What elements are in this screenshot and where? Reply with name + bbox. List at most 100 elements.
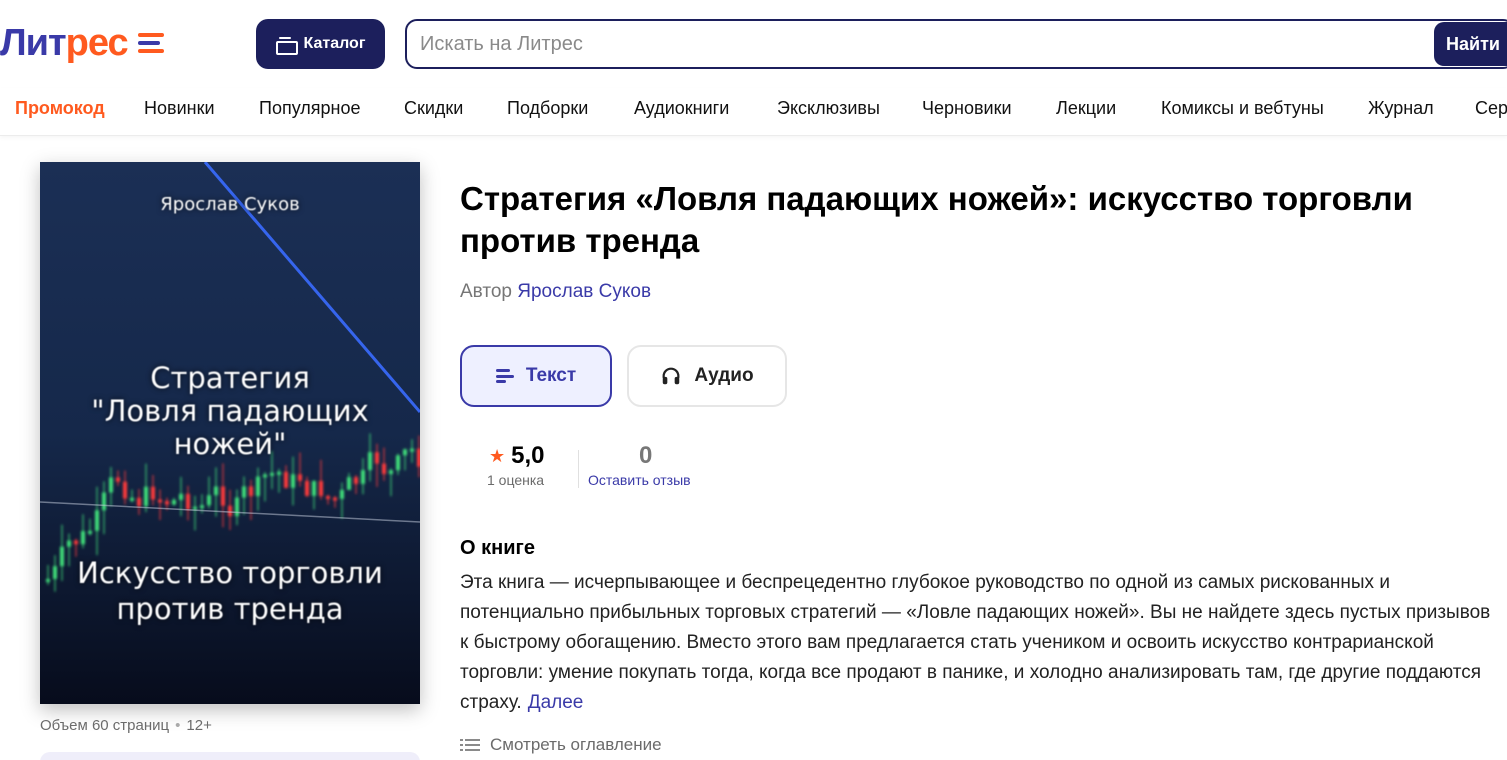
- litres-logo[interactable]: Литрес: [0, 18, 164, 68]
- about-text: Эта книга — исчерпывающее и беспрецедент…: [460, 572, 1491, 713]
- text-lines-icon: [495, 369, 514, 383]
- candle-body: [109, 477, 113, 493]
- candle-body: [354, 477, 358, 484]
- read-more-link[interactable]: Далее: [528, 692, 584, 713]
- author-link[interactable]: Ярослав Суков: [517, 281, 651, 302]
- candle-body: [158, 499, 162, 503]
- candle-body: [74, 540, 78, 545]
- rating-value: 5,0: [511, 442, 545, 469]
- author-prefix: Автор: [460, 281, 512, 302]
- nav-item-popular[interactable]: Популярное: [259, 98, 361, 119]
- candle-body: [88, 530, 92, 534]
- candle-body: [137, 497, 141, 507]
- candle-body: [305, 480, 309, 496]
- candle-body: [221, 486, 225, 506]
- book-meta: Объем 60 страниц • 12+: [40, 717, 212, 734]
- candle-body: [95, 510, 99, 531]
- candle-body: [270, 472, 274, 476]
- leave-review-link[interactable]: Оставить отзыв: [588, 472, 691, 488]
- candle-body: [389, 470, 393, 475]
- nav-item-lectures[interactable]: Лекции: [1056, 98, 1116, 119]
- candle-body: [67, 540, 71, 547]
- nav-item-drafts[interactable]: Черновики: [922, 98, 1012, 119]
- candle-body: [298, 474, 302, 481]
- candle-body: [382, 463, 386, 475]
- candle-body: [312, 480, 316, 496]
- catalog-icon: [275, 37, 298, 55]
- candle-body: [235, 497, 239, 517]
- rating-count: 1 оценка: [487, 472, 545, 488]
- header: Литрес Каталог Найти: [0, 0, 1507, 88]
- catalog-button[interactable]: Каталог: [256, 19, 385, 69]
- book-cover[interactable]: Ярослав Суков Стратегия "Ловля падающих …: [40, 162, 420, 704]
- candle-body: [333, 497, 337, 501]
- candle-body: [200, 505, 204, 509]
- candle-body: [291, 474, 295, 488]
- toc-link[interactable]: Смотреть оглавление: [460, 735, 662, 755]
- candle-body: [165, 501, 169, 505]
- reviews-count: 0: [639, 442, 653, 469]
- catalog-button-label: Каталог: [303, 35, 366, 52]
- candle-body: [172, 499, 176, 505]
- nav-item-journal[interactable]: Журнал: [1368, 98, 1434, 119]
- nav-item-series[interactable]: Сер: [1475, 98, 1507, 119]
- book-title: Стратегия «Ловля падающих ножей»: искусс…: [460, 180, 1413, 259]
- candle-body: [151, 486, 155, 500]
- candle-body: [228, 505, 232, 517]
- author-line: Автор Ярослав Суков: [460, 281, 651, 303]
- format-text-button[interactable]: Текст: [460, 345, 612, 407]
- candle-body: [249, 486, 253, 497]
- candle-body: [263, 474, 267, 478]
- format-audio-label: Аудио: [694, 365, 754, 386]
- candle-body: [277, 471, 281, 475]
- age-rating: 12+: [186, 717, 212, 734]
- star-icon: ★: [489, 445, 506, 466]
- candle-body: [319, 480, 323, 496]
- candle-body: [81, 531, 85, 545]
- cover-author: Ярослав Суков: [160, 194, 300, 215]
- candle-body: [130, 497, 134, 501]
- format-text-label: Текст: [525, 365, 577, 386]
- format-audio-button[interactable]: Аудио: [627, 345, 787, 407]
- toc-label: Смотреть оглавление: [490, 735, 662, 754]
- candle-body: [326, 495, 330, 499]
- candle-body: [284, 471, 288, 488]
- about-heading: О книге: [460, 537, 535, 559]
- candle-body: [193, 506, 197, 510]
- candle-body: [214, 486, 218, 496]
- rating-block: ★ 5,0 1 оценка: [460, 440, 580, 492]
- candle-body: [361, 470, 365, 484]
- logo-text-part2: рес: [65, 22, 129, 64]
- candle-body: [123, 481, 127, 499]
- logo-text-part1: Лит: [0, 22, 67, 64]
- candle-body: [186, 493, 190, 510]
- page-count: Объем 60 страниц: [40, 717, 170, 734]
- candle-body: [116, 477, 120, 482]
- candle-body: [179, 493, 183, 500]
- headphones-icon: [662, 367, 680, 385]
- logo-mark-icon: [137, 33, 164, 53]
- candle-body: [242, 486, 246, 498]
- rating-divider: [578, 450, 579, 488]
- candle-body: [347, 477, 351, 490]
- nav-item-audiobooks[interactable]: Аудиокниги: [634, 98, 729, 119]
- nav-item-comics[interactable]: Комиксы и вебтуны: [1161, 98, 1324, 119]
- cover-subtitle: Искусство торговли против тренда: [77, 556, 383, 626]
- nav-item-discounts[interactable]: Скидки: [404, 98, 463, 119]
- cover-title: Стратегия "Ловля падающих ножей": [91, 361, 369, 461]
- nav-item-new[interactable]: Новинки: [144, 98, 215, 119]
- nav-item-collections[interactable]: Подборки: [507, 98, 588, 119]
- candle-body: [207, 495, 211, 506]
- candle-body: [144, 486, 148, 507]
- nav-item-exclusives[interactable]: Эксклюзивы: [777, 98, 880, 119]
- search-bar: Найти: [405, 19, 1507, 69]
- search-button[interactable]: Найти: [1434, 22, 1507, 66]
- candle-body: [340, 489, 344, 499]
- list-icon: [460, 739, 480, 751]
- nav-item-promocode[interactable]: Промокод: [15, 98, 105, 119]
- search-input[interactable]: [407, 22, 1407, 66]
- purchase-card: [40, 752, 420, 760]
- main-nav: Промокод Новинки Популярное Скидки Подбо…: [0, 88, 1507, 136]
- candle-body: [102, 492, 106, 511]
- candle-body: [256, 476, 260, 497]
